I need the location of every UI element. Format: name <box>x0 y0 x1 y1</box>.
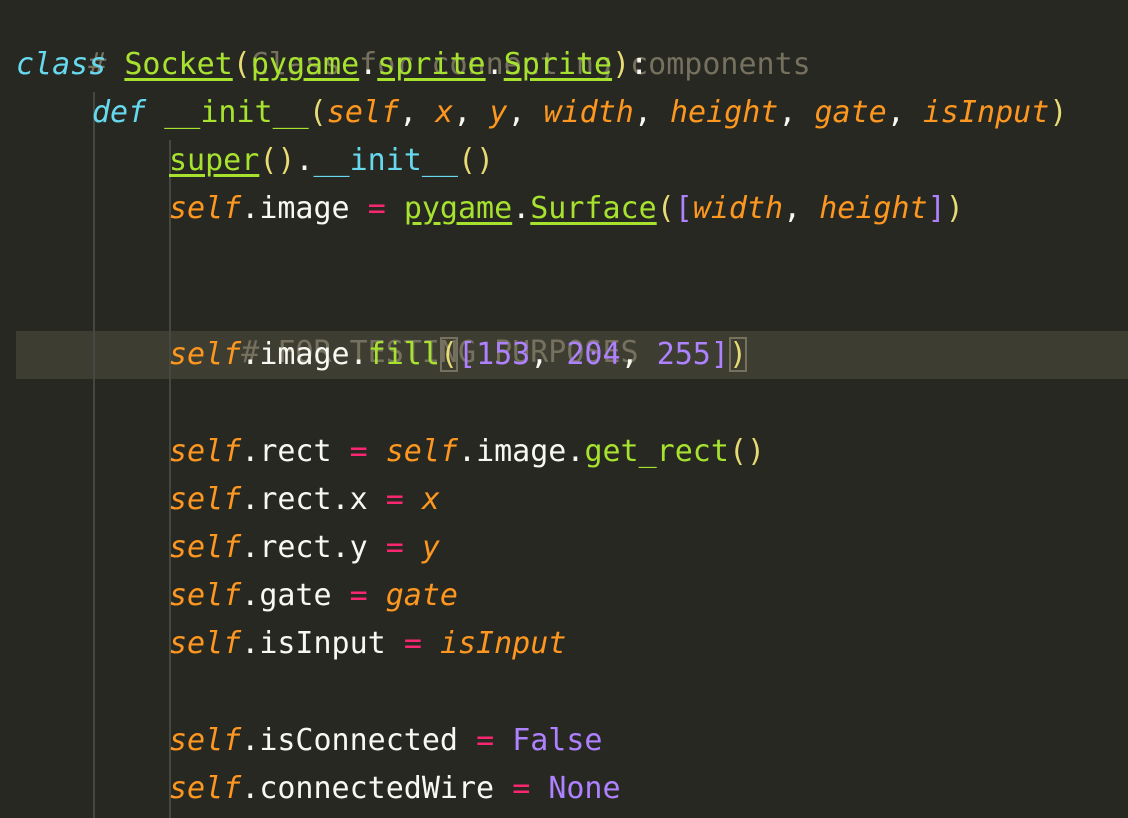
param-token: y <box>421 530 440 565</box>
self-token: self <box>169 723 242 758</box>
param-token: width <box>692 191 784 226</box>
code-line[interactable]: self.isInput = isInput <box>169 620 566 668</box>
function-name-token: __init__ <box>164 95 309 130</box>
code-line-current[interactable]: self.image.fill([153, 204, 255]) <box>169 331 747 379</box>
attr-token: rect.y <box>259 530 368 565</box>
constant-token: False <box>512 723 603 758</box>
param-token: height <box>670 95 779 130</box>
param-token: gate <box>385 578 458 613</box>
attr-token: image <box>259 191 350 226</box>
self-token: self <box>169 337 242 372</box>
keyword-token: def <box>92 95 147 130</box>
self-token: self <box>169 626 242 661</box>
param-token: height <box>819 191 928 226</box>
attr-token: isInput <box>259 626 386 661</box>
attr-token: isConnected <box>259 723 458 758</box>
builtin-call-token: super <box>169 143 260 178</box>
colon-token: : <box>630 47 649 82</box>
param-token: width <box>543 95 634 130</box>
param-token: self <box>326 95 400 130</box>
matched-paren: ( <box>439 337 458 372</box>
code-line[interactable]: super().__init__() <box>169 137 494 185</box>
keyword-token: class <box>16 47 107 82</box>
matched-paren: ) <box>728 337 747 372</box>
class-name-token: Surface <box>530 191 657 226</box>
class-name-token: Socket <box>124 47 233 82</box>
method-token: get_rect <box>584 434 729 469</box>
code-line[interactable]: # FOR TESTING PURPOSES <box>169 281 638 370</box>
number-token: 153 <box>476 337 531 372</box>
base-class-token: Sprite <box>503 47 613 82</box>
self-token: self <box>169 771 242 806</box>
attr-token: rect <box>259 434 332 469</box>
number-token: 255 <box>656 337 711 372</box>
self-token: self <box>385 434 458 469</box>
number-token: 204 <box>566 337 621 372</box>
code-line[interactable]: # Socket Class for connecting components <box>16 0 810 82</box>
param-token: x <box>421 482 440 517</box>
self-token: self <box>169 578 242 613</box>
param-token: isInput <box>439 626 567 661</box>
code-line[interactable]: self.gate = gate <box>169 572 458 620</box>
code-line[interactable]: self.image = pygame.Surface([width, heig… <box>169 185 964 233</box>
method-token: __init__ <box>313 143 459 178</box>
self-token: self <box>169 191 242 226</box>
method-token: fill <box>367 337 440 372</box>
attr-token: image <box>259 337 350 372</box>
attr-token: rect.x <box>259 482 368 517</box>
code-line[interactable]: class Socket(pygame.sprite.Sprite): <box>16 41 648 89</box>
module-token: pygame <box>250 47 360 82</box>
code-line[interactable]: self.isConnected = False <box>169 717 603 765</box>
code-line[interactable]: def __init__(self, x, y, width, height, … <box>92 89 1067 137</box>
indent-guide <box>93 92 95 818</box>
code-editor[interactable]: # Socket Class for connecting components… <box>0 0 1128 818</box>
code-line[interactable]: self.connectedWire = None <box>169 765 621 813</box>
self-token: self <box>169 434 242 469</box>
code-line[interactable]: self.rect.x = x <box>169 476 440 524</box>
constant-token: None <box>548 771 621 806</box>
self-token: self <box>169 482 242 517</box>
param-token: y <box>489 95 508 130</box>
param-token: x <box>435 95 454 130</box>
submodule-token: sprite <box>377 47 486 82</box>
code-line[interactable]: self.rect = self.image.get_rect() <box>169 428 765 476</box>
self-token: self <box>169 530 242 565</box>
attr-token: gate <box>259 578 332 613</box>
attr-token: connectedWire <box>259 771 495 806</box>
param-token: gate <box>814 95 887 130</box>
attr-token: image <box>476 434 567 469</box>
param-token: isInput <box>922 95 1050 130</box>
module-token: pygame <box>403 191 513 226</box>
code-line[interactable]: self.rect.y = y <box>169 524 440 572</box>
